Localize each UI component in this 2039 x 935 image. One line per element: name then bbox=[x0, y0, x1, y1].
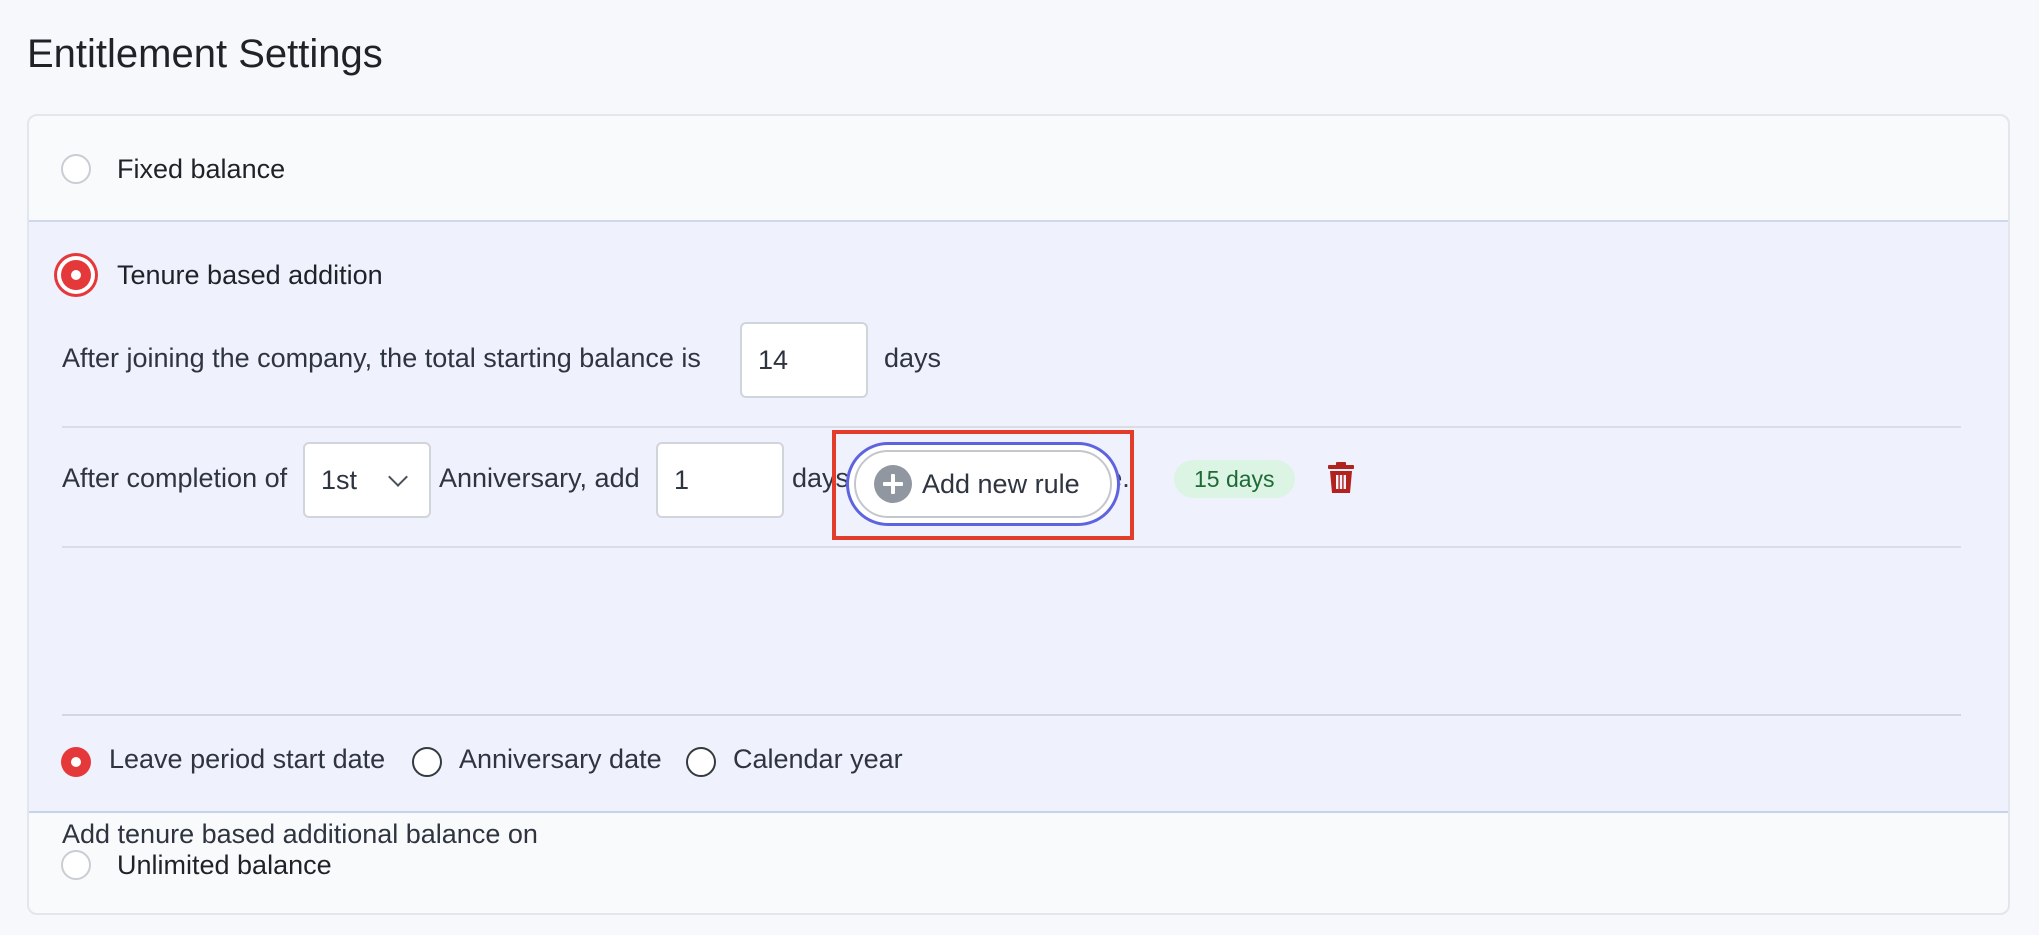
add-new-rule-button[interactable]: Add new rule bbox=[846, 442, 1120, 526]
page-title: Entitlement Settings bbox=[27, 32, 383, 76]
option-unlimited-balance[interactable]: Unlimited balance bbox=[29, 813, 2008, 913]
anniversary-date-label[interactable]: Anniversary date bbox=[459, 743, 662, 775]
chevron-down-icon bbox=[388, 467, 408, 487]
rule-add-days-input[interactable] bbox=[656, 442, 784, 518]
radio-tenure-based-addition[interactable] bbox=[61, 260, 91, 290]
option-fixed-balance-label: Fixed balance bbox=[117, 154, 286, 184]
anniversary-select-value: 1st bbox=[321, 464, 358, 495]
plus-circle-icon bbox=[874, 465, 912, 503]
radio-fixed-balance[interactable] bbox=[61, 154, 91, 184]
rule-middle-text: Anniversary, add bbox=[439, 463, 640, 493]
rule-prefix-text: After completion of bbox=[62, 463, 288, 493]
radio-unlimited-balance[interactable] bbox=[61, 850, 91, 880]
option-fixed-balance[interactable]: Fixed balance bbox=[29, 116, 2008, 222]
radio-anniversary-date[interactable] bbox=[412, 747, 442, 777]
rule-total-badge: 15 days bbox=[1174, 460, 1295, 498]
anniversary-select[interactable]: 1st bbox=[303, 442, 431, 518]
starting-balance-text: After joining the company, the total sta… bbox=[62, 343, 701, 373]
leave-period-start-date-label[interactable]: Leave period start date bbox=[109, 743, 385, 775]
radio-calendar-year[interactable] bbox=[686, 747, 716, 777]
starting-balance-input[interactable] bbox=[740, 322, 868, 398]
radio-leave-period-start-date[interactable] bbox=[61, 747, 91, 777]
add-new-rule-button-inner: Add new rule bbox=[854, 450, 1112, 518]
trash-icon[interactable] bbox=[1327, 462, 1355, 494]
rule-divider-bottom bbox=[62, 546, 1961, 548]
add-new-rule-label: Add new rule bbox=[922, 468, 1080, 499]
option-unlimited-balance-label: Unlimited balance bbox=[117, 850, 332, 880]
starting-balance-unit: days bbox=[884, 343, 942, 373]
add-rule-divider bbox=[62, 714, 1961, 716]
calendar-year-label[interactable]: Calendar year bbox=[733, 743, 903, 775]
option-tenure-based-addition-label: Tenure based addition bbox=[117, 260, 383, 290]
rule-divider-top bbox=[62, 426, 1961, 428]
